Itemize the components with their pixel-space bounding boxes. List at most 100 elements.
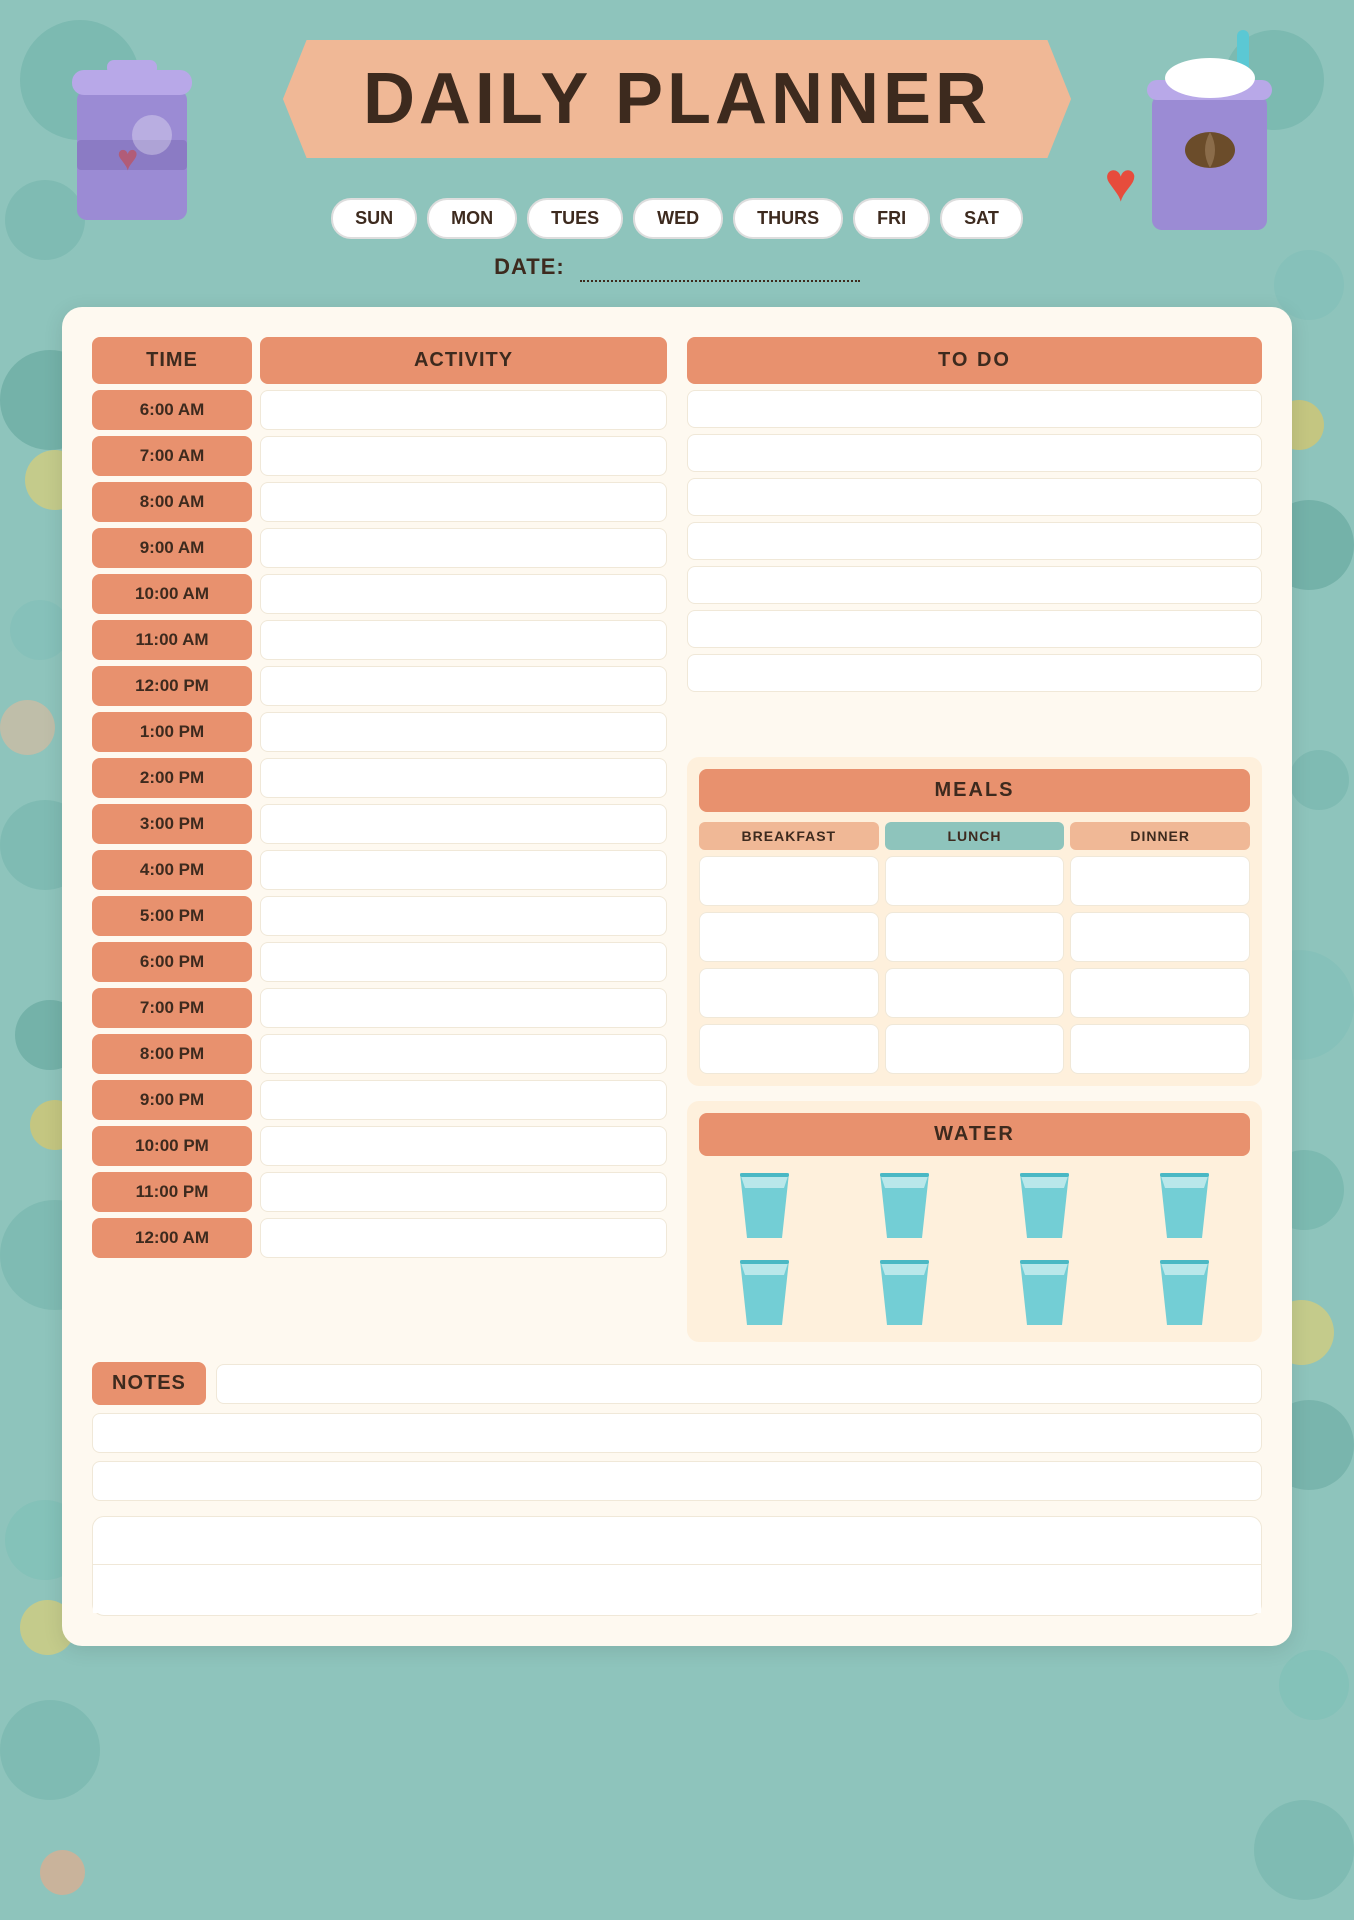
time-header: TIME bbox=[92, 337, 252, 384]
schedule-rows: 6:00 AM 7:00 AM 8:00 AM 9:00 AM bbox=[92, 390, 667, 1258]
water-glass-5[interactable] bbox=[699, 1255, 829, 1330]
todo-row[interactable] bbox=[687, 566, 1262, 604]
time-cell: 3:00 PM bbox=[92, 804, 252, 844]
left-section: TIME ACTIVITY 6:00 AM 7:00 AM 8:00 AM bbox=[92, 337, 667, 1342]
header: ♥ bbox=[62, 40, 1292, 178]
time-cell: 8:00 PM bbox=[92, 1034, 252, 1074]
breakfast-cell-4[interactable] bbox=[699, 1024, 879, 1074]
activity-cell[interactable] bbox=[260, 482, 667, 522]
todo-row[interactable] bbox=[687, 390, 1262, 428]
page-title: DAILY PLANNER bbox=[363, 59, 991, 139]
activity-cell[interactable] bbox=[260, 620, 667, 660]
activity-cell[interactable] bbox=[260, 1218, 667, 1258]
notes-header-row: NOTES bbox=[92, 1362, 1262, 1405]
notes-line-2[interactable] bbox=[92, 1413, 1262, 1453]
todo-rows bbox=[687, 390, 1262, 736]
right-section: TO DO MEAL bbox=[687, 337, 1262, 1342]
breakfast-cell-3[interactable] bbox=[699, 968, 879, 1018]
day-tuesday[interactable]: TUES bbox=[527, 198, 623, 239]
dinner-header: DINNER bbox=[1070, 822, 1250, 850]
breakfast-cell-2[interactable] bbox=[699, 912, 879, 962]
lunch-cell-1[interactable] bbox=[885, 856, 1065, 906]
dinner-cell-2[interactable] bbox=[1070, 912, 1250, 962]
time-cell: 5:00 PM bbox=[92, 896, 252, 936]
todo-row[interactable] bbox=[687, 610, 1262, 648]
meals-sub-headers: BREAKFAST LUNCH DINNER bbox=[699, 822, 1250, 850]
notes-section: NOTES bbox=[92, 1362, 1262, 1616]
lunch-header: LUNCH bbox=[885, 822, 1065, 850]
table-row: 12:00 AM bbox=[92, 1218, 667, 1258]
water-glass-7[interactable] bbox=[980, 1255, 1110, 1330]
water-glass-4[interactable] bbox=[1120, 1168, 1250, 1243]
table-row: 1:00 PM bbox=[92, 712, 667, 752]
dinner-cell-1[interactable] bbox=[1070, 856, 1250, 906]
activity-header: ACTIVITY bbox=[260, 337, 667, 384]
notes-line-3[interactable] bbox=[92, 1461, 1262, 1501]
day-sunday[interactable]: SUN bbox=[331, 198, 417, 239]
todo-header: TO DO bbox=[687, 337, 1262, 384]
activity-cell[interactable] bbox=[260, 666, 667, 706]
notes-extra-box[interactable] bbox=[92, 1516, 1262, 1616]
breakfast-cell-1[interactable] bbox=[699, 856, 879, 906]
day-wednesday[interactable]: WED bbox=[633, 198, 723, 239]
day-saturday[interactable]: SAT bbox=[940, 198, 1023, 239]
activity-cell[interactable] bbox=[260, 528, 667, 568]
dinner-cell-4[interactable] bbox=[1070, 1024, 1250, 1074]
table-row: 3:00 PM bbox=[92, 804, 667, 844]
meals-header: MEALS bbox=[699, 769, 1250, 812]
time-cell: 7:00 PM bbox=[92, 988, 252, 1028]
activity-cell[interactable] bbox=[260, 942, 667, 982]
lunch-cell-3[interactable] bbox=[885, 968, 1065, 1018]
dinner-cell-3[interactable] bbox=[1070, 968, 1250, 1018]
time-cell: 7:00 AM bbox=[92, 436, 252, 476]
table-row: 7:00 AM bbox=[92, 436, 667, 476]
table-row: 11:00 AM bbox=[92, 620, 667, 660]
water-glass-2[interactable] bbox=[839, 1168, 969, 1243]
water-glass-3[interactable] bbox=[980, 1168, 1110, 1243]
activity-cell[interactable] bbox=[260, 804, 667, 844]
day-monday[interactable]: MON bbox=[427, 198, 517, 239]
activity-cell[interactable] bbox=[260, 896, 667, 936]
notes-line-1[interactable] bbox=[216, 1364, 1262, 1404]
time-cell: 2:00 PM bbox=[92, 758, 252, 798]
activity-cell[interactable] bbox=[260, 1034, 667, 1074]
water-glass-8[interactable] bbox=[1120, 1255, 1250, 1330]
table-row: 10:00 AM bbox=[92, 574, 667, 614]
water-glass-1[interactable] bbox=[699, 1168, 829, 1243]
table-row: 6:00 PM bbox=[92, 942, 667, 982]
activity-cell[interactable] bbox=[260, 436, 667, 476]
todo-row[interactable] bbox=[687, 654, 1262, 692]
day-friday[interactable]: FRI bbox=[853, 198, 930, 239]
activity-cell[interactable] bbox=[260, 988, 667, 1028]
table-row: 6:00 AM bbox=[92, 390, 667, 430]
day-thursday[interactable]: THURS bbox=[733, 198, 843, 239]
todo-row[interactable] bbox=[687, 522, 1262, 560]
activity-cell[interactable] bbox=[260, 1126, 667, 1166]
activity-cell[interactable] bbox=[260, 574, 667, 614]
activity-cell[interactable] bbox=[260, 1080, 667, 1120]
time-cell: 9:00 AM bbox=[92, 528, 252, 568]
time-cell: 9:00 PM bbox=[92, 1080, 252, 1120]
notes-label: NOTES bbox=[92, 1362, 206, 1405]
activity-cell[interactable] bbox=[260, 1172, 667, 1212]
activity-cell[interactable] bbox=[260, 712, 667, 752]
todo-section: TO DO bbox=[687, 337, 1262, 742]
page-container: ♥ bbox=[62, 40, 1292, 1646]
water-glass-6[interactable] bbox=[839, 1255, 969, 1330]
time-cell: 12:00 AM bbox=[92, 1218, 252, 1258]
water-glasses bbox=[699, 1168, 1250, 1330]
time-cell: 1:00 PM bbox=[92, 712, 252, 752]
date-label: DATE: bbox=[494, 254, 565, 279]
schedule-header: TIME ACTIVITY bbox=[92, 337, 667, 384]
planner-card: TIME ACTIVITY 6:00 AM 7:00 AM 8:00 AM bbox=[62, 307, 1292, 1646]
todo-row[interactable] bbox=[687, 478, 1262, 516]
lunch-cell-4[interactable] bbox=[885, 1024, 1065, 1074]
table-row: 10:00 PM bbox=[92, 1126, 667, 1166]
breakfast-header: BREAKFAST bbox=[699, 822, 879, 850]
lunch-cell-2[interactable] bbox=[885, 912, 1065, 962]
activity-cell[interactable] bbox=[260, 390, 667, 430]
todo-row[interactable] bbox=[687, 434, 1262, 472]
todo-spacer bbox=[687, 698, 1262, 736]
activity-cell[interactable] bbox=[260, 850, 667, 890]
activity-cell[interactable] bbox=[260, 758, 667, 798]
